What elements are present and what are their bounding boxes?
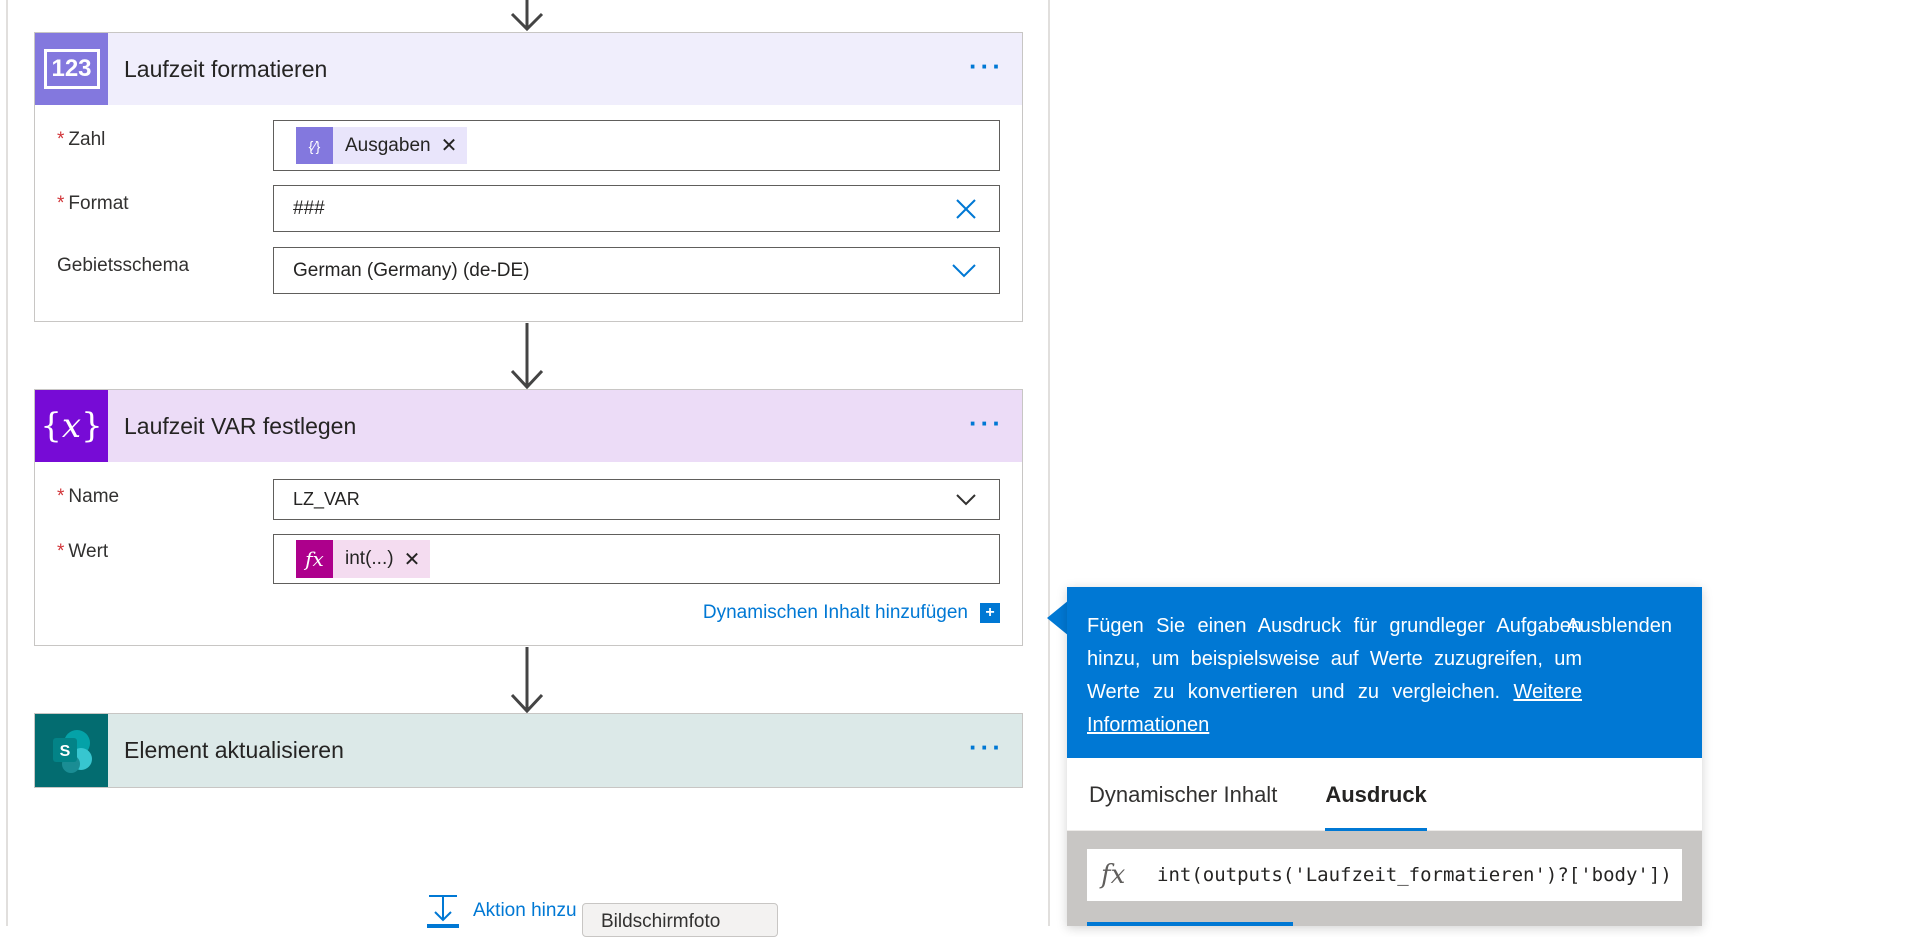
zahl-field[interactable]: {⁄} Ausgaben ✕ — [273, 120, 1000, 171]
token-int-expression[interactable]: fx int(...) ✕ — [296, 540, 431, 578]
more-options-button[interactable]: ··· — [969, 51, 1004, 82]
panel-tabs: Dynamischer Inhalt Ausdruck — [1067, 758, 1702, 831]
name-label: * Name — [57, 486, 120, 507]
wert-field[interactable]: fx int(...) ✕ — [273, 534, 1000, 584]
name-dropdown[interactable]: LZ_VAR — [273, 479, 1000, 520]
connector-arrow-icon — [510, 0, 544, 32]
connector-arrow-icon — [510, 647, 544, 714]
canvas-left-border — [6, 0, 8, 926]
action-title: Laufzeit formatieren — [124, 55, 328, 82]
add-action-button[interactable]: Aktion hinzu — [427, 894, 577, 928]
add-dynamic-content-link[interactable]: Dynamischen Inhalt hinzufügen + — [703, 602, 1000, 624]
action-card-element-aktualisieren[interactable]: S Element aktualisieren ··· — [34, 713, 1023, 788]
fx-icon: fx — [1101, 860, 1126, 890]
expression-panel: Fügen Sie einen Ausdruck für grundleger … — [1067, 587, 1702, 926]
svg-text:S: S — [59, 743, 70, 760]
action-card-header[interactable]: S Element aktualisieren ··· — [35, 714, 1022, 787]
connector-arrow-icon — [510, 323, 544, 390]
zahl-label: * Zahl — [57, 129, 106, 150]
hide-button[interactable]: Ausblenden — [1566, 610, 1672, 643]
add-icon: + — [980, 603, 1000, 623]
variable-token-icon: {⁄} — [296, 127, 333, 164]
wert-label: * Wert — [57, 541, 109, 562]
insert-step-icon — [427, 895, 459, 928]
action-title: Element aktualisieren — [124, 737, 344, 763]
variable-icon: {x} — [35, 390, 108, 462]
expression-input[interactable]: fx int(outputs('Laufzeit_formatieren')?[… — [1087, 849, 1682, 901]
tab-expression[interactable]: Ausdruck — [1325, 782, 1428, 831]
chevron-down-icon[interactable] — [955, 493, 977, 507]
fx-icon: fx — [296, 540, 333, 578]
action-card-laufzeit-var-festlegen[interactable]: {x} Laufzeit VAR festlegen ··· * Name LZ_… — [34, 389, 1023, 646]
action-card-header[interactable]: 123 Laufzeit formatieren ··· — [35, 33, 1022, 105]
canvas-right-border — [1048, 0, 1050, 926]
tab-dynamic-content[interactable]: Dynamischer Inhalt — [1089, 782, 1277, 830]
remove-token-button[interactable]: ✕ — [404, 547, 421, 572]
sharepoint-icon: S — [35, 714, 108, 787]
remove-token-button[interactable]: ✕ — [441, 133, 458, 158]
number-format-icon: 123 — [35, 33, 108, 105]
more-options-button[interactable]: ··· — [969, 408, 1004, 439]
gebietsschema-label: Gebietsschema — [57, 255, 190, 276]
chevron-down-icon[interactable] — [951, 263, 977, 279]
clear-icon[interactable] — [955, 198, 977, 220]
gebietsschema-dropdown[interactable]: German (Germany) (de-DE) — [273, 247, 1000, 294]
more-options-button[interactable]: ··· — [969, 732, 1004, 763]
ok-button-edge[interactable] — [1087, 922, 1293, 926]
format-label: * Format — [57, 193, 129, 214]
token-ausgaben[interactable]: {⁄} Ausgaben ✕ — [296, 127, 468, 164]
format-field[interactable]: ### — [273, 185, 1000, 232]
action-title: Laufzeit VAR festlegen — [124, 412, 357, 439]
panel-info-banner: Fügen Sie einen Ausdruck für grundleger … — [1067, 587, 1702, 758]
expression-editor-area: fx int(outputs('Laufzeit_formatieren')?[… — [1067, 831, 1702, 926]
action-card-laufzeit-formatieren[interactable]: 123 Laufzeit formatieren ··· * Zahl {⁄} A… — [34, 32, 1023, 322]
callout-pointer — [1047, 600, 1069, 636]
screenshot-tooltip: Bildschirmfoto — [582, 903, 778, 937]
action-card-header[interactable]: {x} Laufzeit VAR festlegen ··· — [35, 390, 1022, 462]
